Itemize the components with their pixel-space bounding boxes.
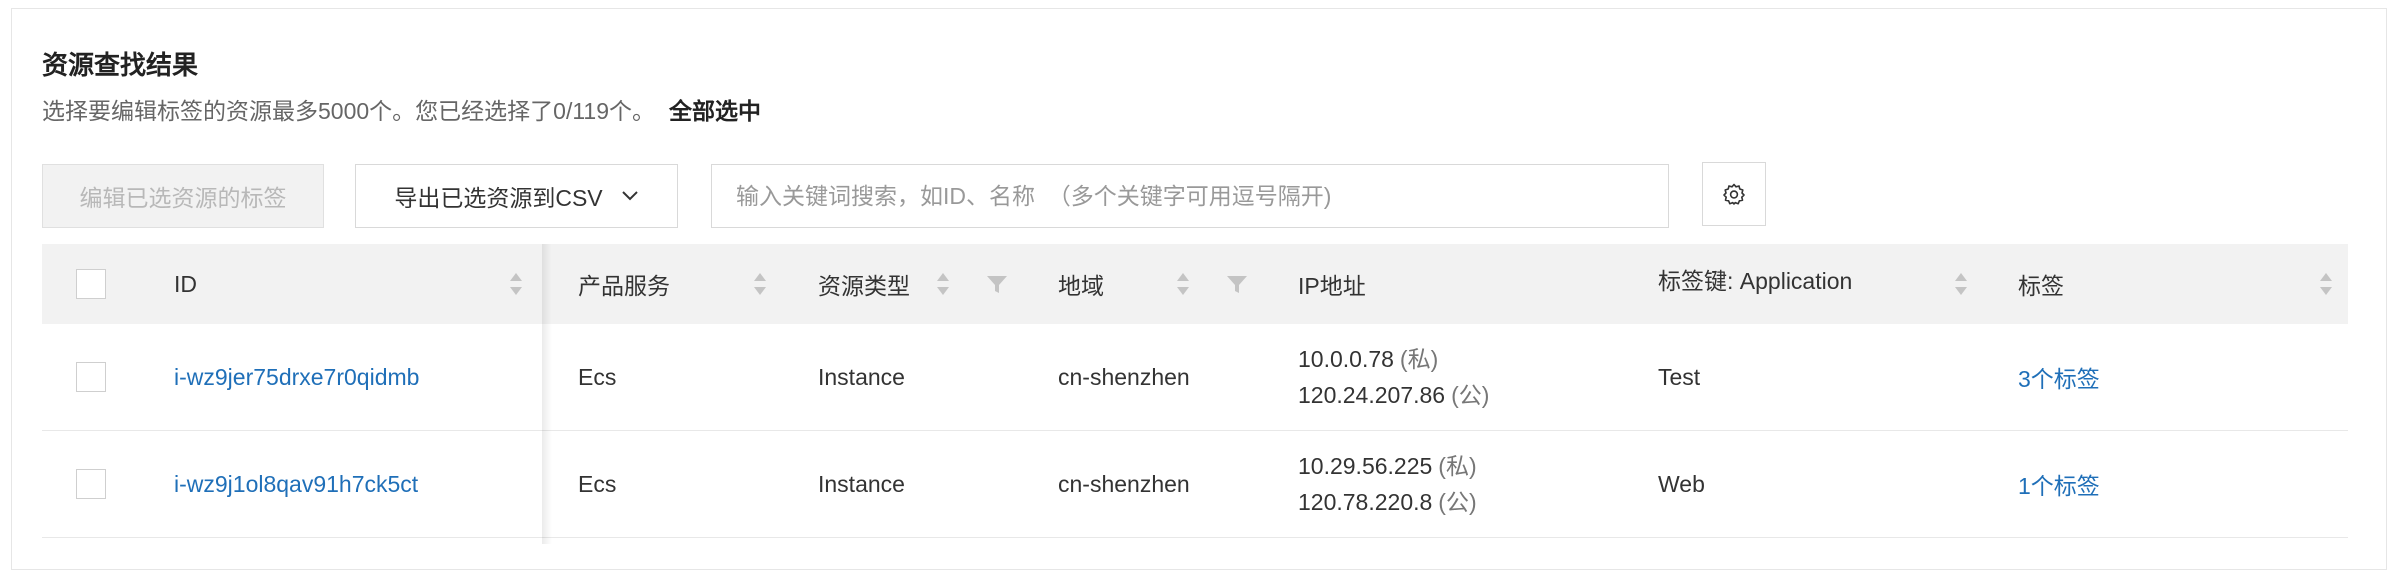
column-header-region: 地域 — [1058, 273, 1104, 299]
resource-table: ID 产品服务 资源类型 地域 IP地址 标签键: Application 标签 — [42, 244, 2348, 544]
public-ip-tag: (公) — [1438, 489, 1477, 515]
selection-summary: 选择要编辑标签的资源最多5000个。您已经选择了0/119个。 全部选中 — [42, 92, 761, 126]
export-csv-dropdown[interactable]: 导出已选资源到CSV — [355, 164, 678, 228]
edit-selected-tags-label: 编辑已选资源的标签 — [79, 185, 287, 211]
column-header-type: 资源类型 — [818, 273, 910, 299]
header-checkbox[interactable] — [76, 269, 106, 299]
product-cell: Ecs — [578, 470, 617, 497]
page-title: 资源查找结果 — [42, 50, 199, 80]
public-ip: 120.24.207.86 — [1298, 382, 1446, 408]
table-row: i-wz9jer75drxe7r0qidmb Ecs Instance cn-s… — [42, 324, 2348, 431]
sort-region[interactable] — [1175, 244, 1191, 324]
edit-selected-tags-button[interactable]: 编辑已选资源的标签 — [42, 164, 324, 228]
row-checkbox[interactable] — [76, 469, 106, 499]
ip-cell: 10.0.0.78 (私) 120.24.207.86 (公) — [1298, 324, 1489, 430]
row-checkbox-cell — [76, 324, 106, 430]
tags-count-link[interactable]: 3个标签 — [2018, 324, 2100, 430]
tag-key-value-cell: Web — [1658, 470, 1705, 497]
sort-icon — [1955, 273, 1967, 295]
tags-count-link[interactable]: 1个标签 — [2018, 431, 2100, 537]
private-ip: 10.0.0.78 — [1298, 346, 1394, 372]
select-all-checkbox-cell — [76, 244, 106, 324]
select-all-link[interactable]: 全部选中 — [669, 98, 761, 124]
sort-tag-key[interactable] — [1953, 244, 1969, 324]
sort-icon — [2320, 273, 2332, 295]
type-cell: Instance — [818, 363, 905, 390]
tag-key-value-cell: Test — [1658, 363, 1701, 390]
sort-icon — [937, 273, 949, 295]
table-row: i-wz9j1ol8qav91h7ck5ct Ecs Instance cn-s… — [42, 431, 2348, 538]
gear-icon — [1723, 183, 1745, 205]
chevron-down-icon — [621, 191, 638, 201]
column-settings-button[interactable] — [1702, 162, 1766, 226]
export-csv-label: 导出已选资源到CSV — [394, 185, 603, 211]
public-ip-line: 120.78.220.8 (公) — [1298, 484, 1477, 520]
column-header-tags: 标签 — [2018, 273, 2064, 299]
resource-id-link[interactable]: i-wz9jer75drxe7r0qidmb — [174, 324, 419, 430]
selection-hint: 选择要编辑标签的资源最多5000个。您已经选择了0/119个。 — [42, 98, 656, 124]
table-header: ID 产品服务 资源类型 地域 IP地址 标签键: Application 标签 — [42, 244, 2348, 324]
filter-region[interactable] — [1226, 244, 1248, 324]
sort-id[interactable] — [508, 244, 524, 324]
sort-icon — [754, 273, 766, 295]
column-header-id: ID — [174, 270, 197, 297]
search-input[interactable] — [711, 164, 1669, 228]
region-cell: cn-shenzhen — [1058, 363, 1190, 390]
public-ip-tag: (公) — [1451, 382, 1490, 408]
column-header-tag-key: 标签键: Application — [1658, 268, 1853, 294]
column-header-product: 产品服务 — [578, 273, 670, 299]
private-ip: 10.29.56.225 — [1298, 453, 1433, 479]
private-ip-line: 10.0.0.78 (私) — [1298, 341, 1438, 377]
private-ip-tag: (私) — [1438, 453, 1477, 479]
column-header-ip: IP地址 — [1298, 273, 1366, 299]
filter-type[interactable] — [986, 244, 1008, 324]
ip-cell: 10.29.56.225 (私) 120.78.220.8 (公) — [1298, 431, 1477, 537]
public-ip: 120.78.220.8 — [1298, 489, 1433, 515]
row-checkbox[interactable] — [76, 362, 106, 392]
type-cell: Instance — [818, 470, 905, 497]
sort-product[interactable] — [752, 244, 768, 324]
region-cell: cn-shenzhen — [1058, 470, 1190, 497]
resource-id-link[interactable]: i-wz9j1ol8qav91h7ck5ct — [174, 431, 418, 537]
sort-tags[interactable] — [2318, 244, 2334, 324]
sort-icon — [1177, 273, 1189, 295]
private-ip-line: 10.29.56.225 (私) — [1298, 448, 1477, 484]
product-cell: Ecs — [578, 363, 617, 390]
row-checkbox-cell — [76, 431, 106, 537]
filter-icon — [1227, 276, 1247, 293]
public-ip-line: 120.24.207.86 (公) — [1298, 377, 1489, 413]
sort-icon — [510, 273, 522, 295]
fixed-column-shadow — [542, 244, 552, 544]
private-ip-tag: (私) — [1399, 346, 1439, 372]
sort-type[interactable] — [935, 244, 951, 324]
filter-icon — [987, 276, 1007, 293]
